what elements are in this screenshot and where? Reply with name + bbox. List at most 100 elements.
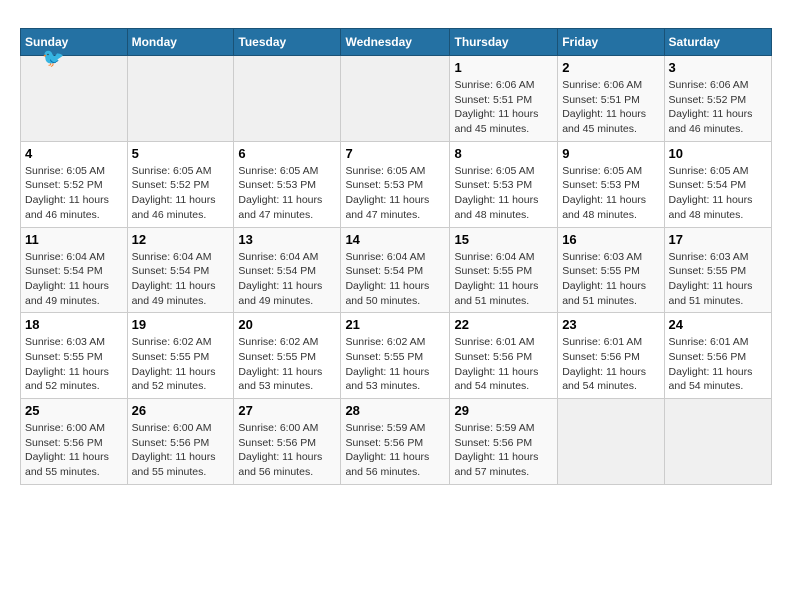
- day-number: 1: [454, 60, 553, 75]
- day-number: 9: [562, 146, 659, 161]
- day-info: Sunrise: 6:04 AM Sunset: 5:54 PM Dayligh…: [345, 250, 445, 309]
- calendar-cell: [664, 399, 771, 485]
- day-info: Sunrise: 6:03 AM Sunset: 5:55 PM Dayligh…: [25, 335, 123, 394]
- day-number: 21: [345, 317, 445, 332]
- weekday-header-monday: Monday: [127, 29, 234, 56]
- day-info: Sunrise: 6:04 AM Sunset: 5:54 PM Dayligh…: [25, 250, 123, 309]
- weekday-header-wednesday: Wednesday: [341, 29, 450, 56]
- calendar-cell: 19 Sunrise: 6:02 AM Sunset: 5:55 PM Dayli…: [127, 313, 234, 399]
- day-number: 3: [669, 60, 767, 75]
- day-info: Sunrise: 6:03 AM Sunset: 5:55 PM Dayligh…: [562, 250, 659, 309]
- week-row-2: 4 Sunrise: 6:05 AM Sunset: 5:52 PM Daylig…: [21, 141, 772, 227]
- weekday-header-sunday: Sunday: [21, 29, 128, 56]
- day-number: 16: [562, 232, 659, 247]
- week-row-1: 1 Sunrise: 6:06 AM Sunset: 5:51 PM Daylig…: [21, 56, 772, 142]
- week-row-3: 11 Sunrise: 6:04 AM Sunset: 5:54 PM Dayli…: [21, 227, 772, 313]
- day-number: 22: [454, 317, 553, 332]
- calendar-cell: 5 Sunrise: 6:05 AM Sunset: 5:52 PM Daylig…: [127, 141, 234, 227]
- day-info: Sunrise: 6:05 AM Sunset: 5:52 PM Dayligh…: [132, 164, 230, 223]
- day-info: Sunrise: 6:02 AM Sunset: 5:55 PM Dayligh…: [132, 335, 230, 394]
- day-info: Sunrise: 6:06 AM Sunset: 5:51 PM Dayligh…: [562, 78, 659, 137]
- day-info: Sunrise: 6:05 AM Sunset: 5:53 PM Dayligh…: [562, 164, 659, 223]
- calendar-cell: 9 Sunrise: 6:05 AM Sunset: 5:53 PM Daylig…: [558, 141, 664, 227]
- day-number: 26: [132, 403, 230, 418]
- day-info: Sunrise: 6:04 AM Sunset: 5:54 PM Dayligh…: [132, 250, 230, 309]
- weekday-header-saturday: Saturday: [664, 29, 771, 56]
- day-info: Sunrise: 5:59 AM Sunset: 5:56 PM Dayligh…: [345, 421, 445, 480]
- day-number: 7: [345, 146, 445, 161]
- weekday-header-tuesday: Tuesday: [234, 29, 341, 56]
- day-number: 8: [454, 146, 553, 161]
- day-number: 12: [132, 232, 230, 247]
- day-number: 25: [25, 403, 123, 418]
- calendar-cell: 23 Sunrise: 6:01 AM Sunset: 5:56 PM Dayli…: [558, 313, 664, 399]
- calendar-cell: 2 Sunrise: 6:06 AM Sunset: 5:51 PM Daylig…: [558, 56, 664, 142]
- calendar-cell: 20 Sunrise: 6:02 AM Sunset: 5:55 PM Dayli…: [234, 313, 341, 399]
- day-number: 24: [669, 317, 767, 332]
- calendar-cell: 1 Sunrise: 6:06 AM Sunset: 5:51 PM Daylig…: [450, 56, 558, 142]
- day-info: Sunrise: 6:02 AM Sunset: 5:55 PM Dayligh…: [238, 335, 336, 394]
- day-number: 11: [25, 232, 123, 247]
- logo-bird-icon: 🐦: [42, 48, 64, 69]
- calendar-cell: 15Sunrise: 6:04 AM Sunset: 5:55 PM Dayli…: [450, 227, 558, 313]
- calendar-cell: 26 Sunrise: 6:00 AM Sunset: 5:56 PM Dayli…: [127, 399, 234, 485]
- day-info: Sunrise: 6:00 AM Sunset: 5:56 PM Dayligh…: [132, 421, 230, 480]
- day-number: 19: [132, 317, 230, 332]
- day-number: 17: [669, 232, 767, 247]
- day-info: Sunrise: 6:06 AM Sunset: 5:52 PM Dayligh…: [669, 78, 767, 137]
- calendar-cell: 24 Sunrise: 6:01 AM Sunset: 5:56 PM Dayli…: [664, 313, 771, 399]
- day-number: 13: [238, 232, 336, 247]
- day-number: 10: [669, 146, 767, 161]
- calendar-cell: 11 Sunrise: 6:04 AM Sunset: 5:54 PM Dayli…: [21, 227, 128, 313]
- calendar-cell: 3 Sunrise: 6:06 AM Sunset: 5:52 PM Daylig…: [664, 56, 771, 142]
- day-number: 14: [345, 232, 445, 247]
- weekday-header-thursday: Thursday: [450, 29, 558, 56]
- day-info: Sunrise: 6:00 AM Sunset: 5:56 PM Dayligh…: [25, 421, 123, 480]
- day-number: 20: [238, 317, 336, 332]
- day-number: 5: [132, 146, 230, 161]
- calendar-cell: [234, 56, 341, 142]
- calendar-cell: 8 Sunrise: 6:05 AM Sunset: 5:53 PM Daylig…: [450, 141, 558, 227]
- day-info: Sunrise: 6:01 AM Sunset: 5:56 PM Dayligh…: [669, 335, 767, 394]
- calendar-cell: [341, 56, 450, 142]
- calendar-table: SundayMondayTuesdayWednesdayThursdayFrid…: [20, 28, 772, 485]
- day-info: Sunrise: 5:59 AM Sunset: 5:56 PM Dayligh…: [454, 421, 553, 480]
- calendar-cell: 28 Sunrise: 5:59 AM Sunset: 5:56 PM Dayli…: [341, 399, 450, 485]
- day-number: 4: [25, 146, 123, 161]
- day-info: Sunrise: 6:05 AM Sunset: 5:53 PM Dayligh…: [238, 164, 336, 223]
- calendar-cell: [558, 399, 664, 485]
- week-row-5: 25 Sunrise: 6:00 AM Sunset: 5:56 PM Dayli…: [21, 399, 772, 485]
- calendar-cell: 16 Sunrise: 6:03 AM Sunset: 5:55 PM Dayli…: [558, 227, 664, 313]
- day-number: 2: [562, 60, 659, 75]
- day-info: Sunrise: 6:05 AM Sunset: 5:54 PM Dayligh…: [669, 164, 767, 223]
- day-info: Sunrise: 6:04 AM Sunset: 5:54 PM Dayligh…: [238, 250, 336, 309]
- calendar-cell: 27 Sunrise: 6:00 AM Sunset: 5:56 PM Dayli…: [234, 399, 341, 485]
- calendar-cell: 22 Sunrise: 6:01 AM Sunset: 5:56 PM Dayli…: [450, 313, 558, 399]
- day-info: Sunrise: 6:03 AM Sunset: 5:55 PM Dayligh…: [669, 250, 767, 309]
- day-number: 28: [345, 403, 445, 418]
- day-number: 23: [562, 317, 659, 332]
- day-info: Sunrise: 6:01 AM Sunset: 5:56 PM Dayligh…: [454, 335, 553, 394]
- calendar-cell: 25 Sunrise: 6:00 AM Sunset: 5:56 PM Dayli…: [21, 399, 128, 485]
- logo: 🐦: [40, 48, 64, 69]
- calendar-cell: 14 Sunrise: 6:04 AM Sunset: 5:54 PM Dayli…: [341, 227, 450, 313]
- weekday-header-friday: Friday: [558, 29, 664, 56]
- day-info: Sunrise: 6:06 AM Sunset: 5:51 PM Dayligh…: [454, 78, 553, 137]
- day-info: Sunrise: 6:05 AM Sunset: 5:53 PM Dayligh…: [345, 164, 445, 223]
- calendar-cell: [127, 56, 234, 142]
- day-info: Sunrise: 6:04 AM Sunset: 5:55 PM Dayligh…: [454, 250, 553, 309]
- day-info: Sunrise: 6:01 AM Sunset: 5:56 PM Dayligh…: [562, 335, 659, 394]
- calendar-cell: 13 Sunrise: 6:04 AM Sunset: 5:54 PM Dayli…: [234, 227, 341, 313]
- calendar-cell: 29 Sunrise: 5:59 AM Sunset: 5:56 PM Dayli…: [450, 399, 558, 485]
- day-number: 27: [238, 403, 336, 418]
- day-info: Sunrise: 6:05 AM Sunset: 5:53 PM Dayligh…: [454, 164, 553, 223]
- calendar-cell: 17 Sunrise: 6:03 AM Sunset: 5:55 PM Dayli…: [664, 227, 771, 313]
- calendar-cell: 10 Sunrise: 6:05 AM Sunset: 5:54 PM Dayli…: [664, 141, 771, 227]
- day-number: 6: [238, 146, 336, 161]
- calendar-cell: 18Sunrise: 6:03 AM Sunset: 5:55 PM Dayli…: [21, 313, 128, 399]
- day-info: Sunrise: 6:05 AM Sunset: 5:52 PM Dayligh…: [25, 164, 123, 223]
- calendar-cell: 12 Sunrise: 6:04 AM Sunset: 5:54 PM Dayli…: [127, 227, 234, 313]
- day-info: Sunrise: 6:00 AM Sunset: 5:56 PM Dayligh…: [238, 421, 336, 480]
- week-row-4: 18Sunrise: 6:03 AM Sunset: 5:55 PM Dayli…: [21, 313, 772, 399]
- day-number: 29: [454, 403, 553, 418]
